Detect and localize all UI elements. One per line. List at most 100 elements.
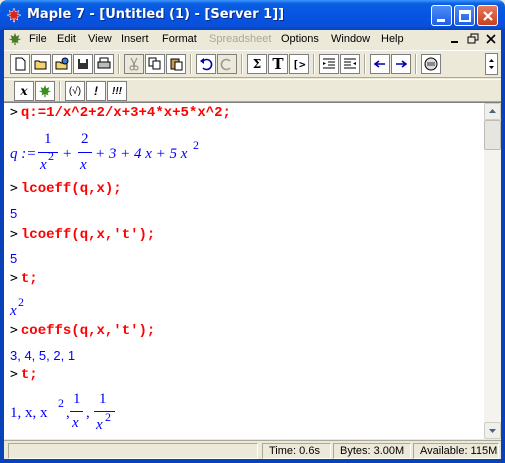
menu-options[interactable]: Options [281,33,319,45]
forward-button[interactable] [391,54,411,74]
fraction-denominator: x [80,157,87,173]
command-input[interactable]: lcoeff(q,x); [21,181,122,197]
toolbar-separator [190,54,192,74]
scroll-up-button[interactable] [484,103,501,120]
menu-window[interactable]: Window [331,33,370,45]
window-title: Maple 7 - [Untitled (1) - [Server 1]] [27,7,285,22]
exponent: 2 [58,396,64,410]
status-available: Available: 115M [413,443,499,459]
exponent: 2 [193,138,199,152]
status-time: Time: 0.6s [262,443,331,459]
text-mode-button[interactable]: T [268,54,288,74]
prompt: > [10,367,18,382]
menu-file[interactable]: File [29,33,47,45]
maximize-button[interactable] [454,5,475,26]
redo-button[interactable] [217,54,237,74]
plus-operator: + [63,146,72,162]
copy-icon [148,57,161,70]
base: x [10,303,17,319]
check-syntax-button[interactable]: (√) [65,81,85,101]
mdi-close-icon[interactable] [484,32,498,46]
vertical-scrollbar[interactable] [484,102,501,439]
scissors-icon [129,57,139,71]
prompt: > [10,105,18,120]
new-button[interactable] [10,54,30,74]
paste-clipboard-icon [170,58,183,71]
sigma-button[interactable]: Σ [247,54,267,74]
window-frame-right [501,30,505,463]
menu-insert[interactable]: Insert [121,33,149,45]
command-input[interactable]: t; [21,271,38,287]
maple-leaf-button[interactable] [35,81,55,101]
open-folder-icon [34,60,47,70]
print-button[interactable] [94,54,114,74]
maple-leaf-icon [38,84,52,98]
save-button[interactable] [73,54,93,74]
title-bar[interactable]: Maple 7 - [Untitled (1) - [Server 1]] [0,0,505,30]
status-bytes: Bytes: 3.00M [333,443,411,459]
toolbar-separator [313,54,315,74]
output-5: 3, 4, 5, 2, 1 [10,348,76,363]
open-url-button[interactable] [52,54,72,74]
fraction-bar [70,411,83,412]
sequence-prefix: 1, x, x [10,405,48,421]
toolbar-scroll-icon [489,59,494,69]
minimize-button[interactable] [431,5,452,26]
input-line-6[interactable]: > t; [10,367,38,383]
input-line-2[interactable]: > lcoeff(q,x); [10,181,122,197]
output-1: q := 1 x 2 + 2 x + 3 + 4 x + 5 x 2 [10,131,270,175]
scroll-thumb[interactable] [484,120,501,150]
window-frame-bottom [0,459,505,463]
menu-format[interactable]: Format [162,33,197,45]
toolbar-separator [59,81,61,101]
menu-help[interactable]: Help [381,33,404,45]
stop-button[interactable] [421,54,441,74]
command-input[interactable]: t; [21,367,38,383]
menu-view[interactable]: View [88,33,112,45]
cut-button[interactable] [124,54,144,74]
input-line-5[interactable]: > coeffs(q,x,'t'); [10,323,155,339]
scroll-down-button[interactable] [484,422,501,439]
main-toolbar: Σ T [> [4,50,501,78]
mdi-minimize-icon[interactable] [448,32,462,46]
command-input[interactable]: lcoeff(q,x,'t'); [21,227,155,243]
fraction-numerator: 1 [44,131,52,147]
back-button[interactable] [370,54,390,74]
comma: , [86,405,90,421]
undo-button[interactable] [196,54,216,74]
arrow-left-icon [373,60,385,68]
execute-button[interactable]: ! [86,81,106,101]
exponent: 2 [105,410,111,424]
prompt: > [10,227,18,242]
command-input[interactable]: coeffs(q,x,'t'); [21,323,155,339]
polynomial-rest: + 3 + 4 x + 5 x [95,146,188,162]
open-button[interactable] [31,54,51,74]
menu-spreadsheet[interactable]: Spreadsheet [209,33,271,45]
exponent: 2 [18,295,24,309]
toolbar-separator [118,54,120,74]
execute-all-button[interactable]: !!! [107,81,127,101]
close-button[interactable] [477,5,498,26]
fraction-denominator: x [96,417,103,433]
insert-input-button[interactable]: [> [289,54,309,74]
input-line-4[interactable]: > t; [10,271,38,287]
toolbar-scroll-button[interactable] [485,53,498,75]
paste-button[interactable] [166,54,186,74]
close-icon [483,11,493,21]
fraction-denominator: x [40,157,47,173]
menu-edit[interactable]: Edit [57,33,76,45]
document-maple-icon[interactable] [8,32,22,46]
outdent-button[interactable] [319,54,339,74]
evaluate-button[interactable]: x [14,81,34,101]
prompt: > [10,271,18,286]
copy-button[interactable] [145,54,165,74]
fraction-numerator: 1 [99,391,107,407]
input-line-3[interactable]: > lcoeff(q,x,'t'); [10,227,155,243]
command-input[interactable]: q:=1/x^2+2/x+3+4*x+5*x^2; [21,105,231,121]
input-line-1[interactable]: > q:=1/x^2+2/x+3+4*x+5*x^2; [10,105,231,121]
indent-button[interactable] [340,54,360,74]
toolbar-separator [364,54,366,74]
worksheet[interactable]: > q:=1/x^2+2/x+3+4*x+5*x^2; q := 1 x 2 +… [4,102,484,439]
mdi-restore-icon[interactable] [466,32,480,46]
context-toolbar: x (√) ! !!! [4,79,501,102]
